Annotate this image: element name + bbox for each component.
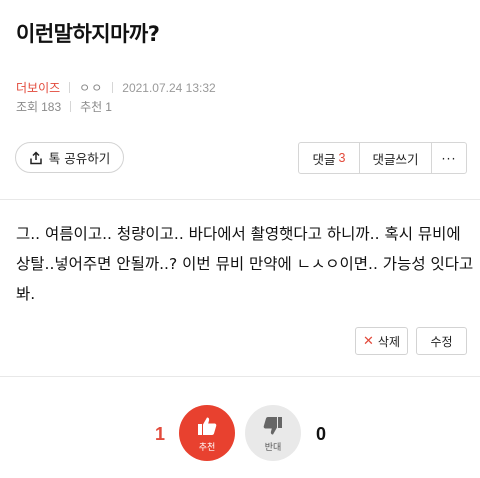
- post-meta: 더보이즈 ㅇㅇ 2021.07.24 13:32: [16, 79, 216, 96]
- post-stats: 조회 183 추천 1: [16, 98, 112, 115]
- recommend-count: 1: [105, 99, 112, 114]
- upvote-count: 1: [154, 424, 165, 444]
- thumbs-down-icon: [263, 416, 282, 434]
- section-divider: [0, 199, 480, 200]
- comments-count: 3: [338, 151, 346, 165]
- comments-label: 댓글: [312, 151, 336, 167]
- delete-label: 삭제: [377, 334, 400, 349]
- upvote-label: 추천: [198, 442, 216, 453]
- downvote-button[interactable]: 반대: [245, 405, 301, 461]
- board-name[interactable]: 더보이즈: [16, 79, 60, 96]
- downvote-label: 반대: [264, 442, 282, 453]
- downvote-count: 0: [315, 424, 326, 444]
- share-label: 톡 공유하기: [48, 151, 111, 166]
- post-date: 2021.07.24 13:32: [122, 80, 216, 95]
- share-button[interactable]: 톡 공유하기: [15, 142, 124, 173]
- thumbs-up-icon: [198, 417, 217, 435]
- upvote-button[interactable]: 추천: [179, 405, 235, 461]
- edit-button[interactable]: 수정: [416, 327, 467, 355]
- post-body: 그.. 여름이고.. 청량이고.. 바다에서 촬영햇다고 하니까.. 혹시 뮤비…: [16, 225, 474, 303]
- meta-divider: [112, 82, 114, 93]
- comments-button[interactable]: 댓글 3: [299, 143, 360, 173]
- close-icon: ✕: [363, 333, 374, 349]
- meta-divider: [69, 82, 71, 93]
- recommend-label: 추천: [80, 100, 103, 114]
- section-divider: [0, 376, 480, 377]
- share-icon: [30, 150, 42, 164]
- delete-button[interactable]: ✕ 삭제: [355, 327, 408, 355]
- views-count: 183: [41, 99, 62, 114]
- author-name: ㅇㅇ: [79, 81, 104, 95]
- post-title: 이런말하지마까?: [16, 22, 160, 46]
- meta-divider: [70, 101, 72, 112]
- views-label: 조회: [16, 100, 39, 114]
- write-comment-button[interactable]: 댓글쓰기: [360, 143, 432, 173]
- comment-button-group: 댓글 3 댓글쓰기 ···: [298, 142, 467, 174]
- more-options-button[interactable]: ···: [432, 143, 466, 173]
